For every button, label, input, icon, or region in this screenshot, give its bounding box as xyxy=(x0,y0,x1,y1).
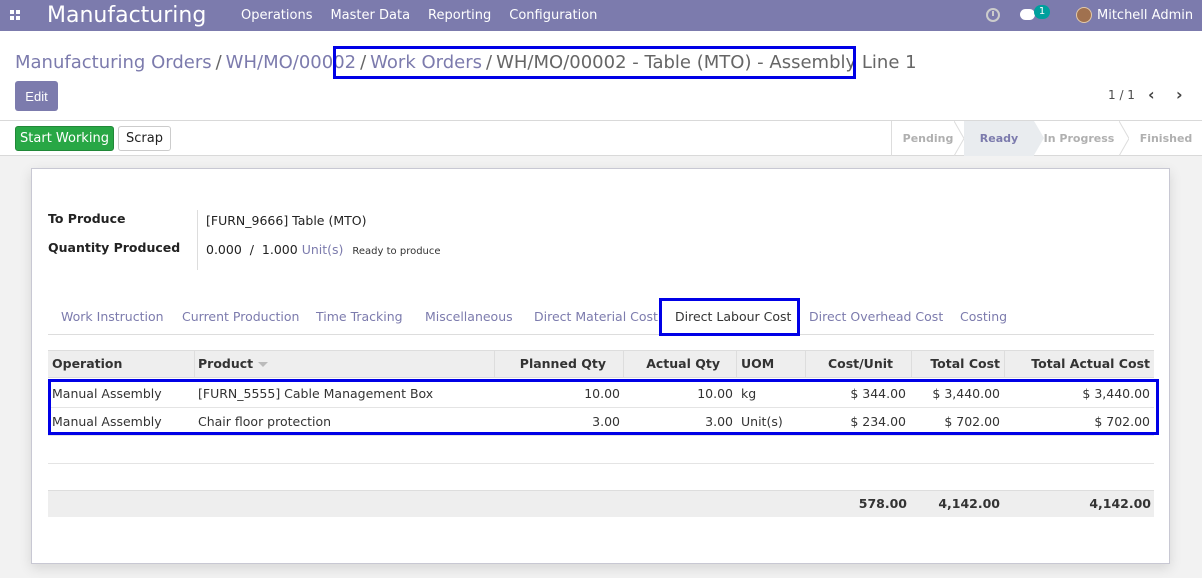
notebook-tabs: Work Instruction Current Production Time… xyxy=(48,300,1154,335)
col-actual-qty[interactable]: Actual Qty xyxy=(646,356,720,371)
column-divider xyxy=(805,351,806,378)
col-cost-unit[interactable]: Cost/Unit xyxy=(828,356,893,371)
chevron-right-icon[interactable]: › xyxy=(1176,85,1183,104)
tab-work-instruction[interactable]: Work Instruction xyxy=(61,309,164,324)
tab-direct-overhead-cost[interactable]: Direct Overhead Cost xyxy=(809,309,943,324)
stage-pipeline: Pending Ready In Progress Finished xyxy=(891,121,1202,156)
col-planned-qty[interactable]: Planned Qty xyxy=(520,356,606,371)
menu-master-data[interactable]: Master Data xyxy=(330,8,410,23)
sort-down-icon xyxy=(258,362,269,367)
column-divider xyxy=(494,351,495,378)
stage-ready[interactable]: Ready xyxy=(964,121,1044,156)
start-working-button[interactable]: Start Working xyxy=(15,126,114,151)
qty-uom-link[interactable]: Unit(s) xyxy=(302,242,344,257)
chat-icon[interactable] xyxy=(1020,9,1035,20)
to-produce-link[interactable]: [FURN_9666] Table (MTO) xyxy=(206,213,366,228)
status-bar: Start Working Scrap Pending Ready In Pro… xyxy=(0,121,1202,156)
table-header: Operation Product Planned Qty Actual Qty… xyxy=(48,350,1154,378)
breadcrumb-separator: / xyxy=(215,52,222,73)
col-total-actual-cost[interactable]: Total Actual Cost xyxy=(1031,356,1150,371)
user-menu[interactable]: Mitchell Admin xyxy=(1097,8,1193,23)
edit-button[interactable]: Edit xyxy=(15,81,58,111)
col-uom[interactable]: UOM xyxy=(741,356,774,371)
tab-time-tracking[interactable]: Time Tracking xyxy=(316,309,403,324)
to-produce-label: To Produce xyxy=(48,211,126,226)
menu-configuration[interactable]: Configuration xyxy=(509,8,597,23)
tab-costing[interactable]: Costing xyxy=(960,309,1007,324)
main-menu: Operations Master Data Reporting Configu… xyxy=(241,8,615,23)
column-divider xyxy=(911,351,912,378)
qty-separator: / xyxy=(249,242,254,257)
column-divider xyxy=(1004,351,1005,378)
stage-divider xyxy=(1119,121,1129,156)
table-footer-totals: 578.00 4,142.00 4,142.00 xyxy=(48,490,1154,517)
chevron-left-icon[interactable]: ‹ xyxy=(1148,85,1155,104)
stage-finished[interactable]: Finished xyxy=(1129,121,1202,156)
col-product-label: Product xyxy=(198,356,254,371)
menu-reporting[interactable]: Reporting xyxy=(428,8,491,23)
column-divider xyxy=(194,351,195,378)
breadcrumb-manufacturing-orders[interactable]: Manufacturing Orders xyxy=(15,52,212,73)
column-divider xyxy=(623,351,624,378)
total-total-cost: 4,142.00 xyxy=(938,496,1000,511)
menu-operations[interactable]: Operations xyxy=(241,8,312,23)
highlight-box xyxy=(659,298,800,336)
quantity-produced-label: Quantity Produced xyxy=(48,240,181,255)
empty-row xyxy=(48,463,1154,491)
qty-done: 0.000 xyxy=(206,242,242,257)
avatar[interactable] xyxy=(1076,7,1092,23)
col-total-cost[interactable]: Total Cost xyxy=(930,356,1000,371)
stage-divider xyxy=(954,121,964,156)
chat-count-badge: 1 xyxy=(1034,5,1050,19)
quantity-produced-value: 0.000 / 1.000 Unit(s) Ready to produce xyxy=(206,242,441,257)
highlight-box xyxy=(48,379,1159,435)
col-operation[interactable]: Operation xyxy=(52,356,122,371)
highlight-box xyxy=(333,46,856,79)
total-total-actual-cost: 4,142.00 xyxy=(1089,496,1151,511)
top-navbar: Manufacturing Operations Master Data Rep… xyxy=(0,0,1202,31)
qty-total: 1.000 xyxy=(261,242,298,257)
app-title[interactable]: Manufacturing xyxy=(47,3,206,28)
column-divider xyxy=(736,351,737,378)
qty-status: Ready to produce xyxy=(352,246,441,257)
tab-miscellaneous[interactable]: Miscellaneous xyxy=(425,309,513,324)
scrap-button[interactable]: Scrap xyxy=(118,126,171,151)
total-cost-unit: 578.00 xyxy=(858,496,907,511)
stage-in-progress[interactable]: In Progress xyxy=(1038,121,1120,156)
tab-current-production[interactable]: Current Production xyxy=(182,309,299,324)
pager-value[interactable]: 1 / 1 xyxy=(1108,88,1135,102)
field-divider xyxy=(197,210,198,270)
apps-grid-icon[interactable] xyxy=(10,10,21,21)
tab-direct-material-cost[interactable]: Direct Material Cost xyxy=(534,309,658,324)
empty-row xyxy=(48,436,1154,464)
clock-icon[interactable] xyxy=(986,8,1000,22)
col-product[interactable]: Product xyxy=(198,356,269,371)
